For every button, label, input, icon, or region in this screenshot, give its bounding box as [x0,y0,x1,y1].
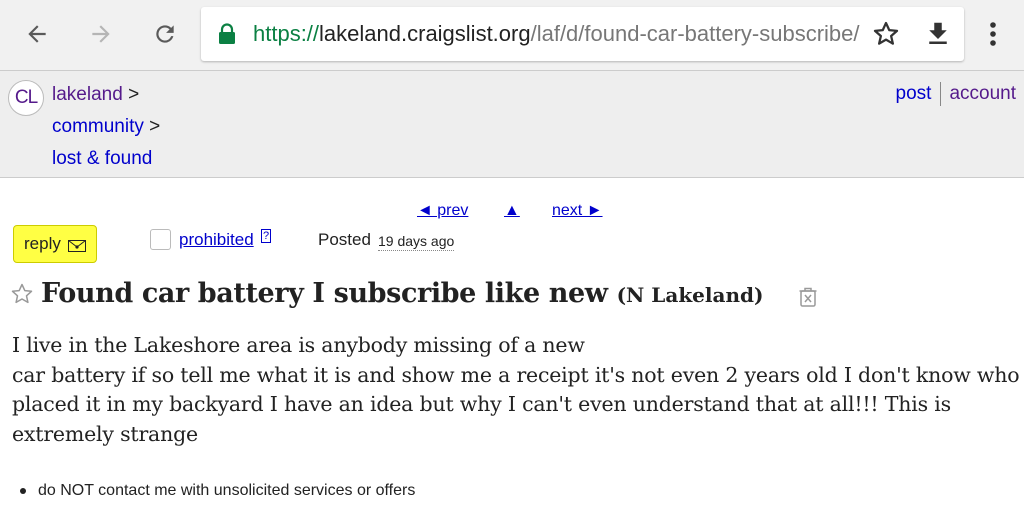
posting-body-line: I live in the Lakeshore area is anybody … [12,333,585,357]
notice-text: do NOT contact me with unsolicited servi… [38,482,416,499]
notice-item: do NOT contact me with unsolicited servi… [20,481,415,501]
posting-title: Found car battery I subscribe like new (… [41,277,763,312]
posted-date: 19 days ago [378,233,455,251]
breadcrumb-link-community[interactable]: community [52,116,144,137]
breadcrumb-item-lost-found: lost & found [52,147,152,171]
forward-arrow-icon [92,25,110,43]
download-icon[interactable] [923,19,953,49]
forward-button[interactable] [81,14,121,54]
posting-location: (N Lakeland) [616,283,764,307]
prev-posting-link[interactable]: ◄ prev [417,201,468,221]
user-links: post account [896,82,1016,106]
bullet-icon [20,487,26,494]
reply-button[interactable]: reply [13,225,97,263]
back-to-results-link[interactable]: ▲ [504,201,520,221]
hide-trash-icon[interactable] [797,286,819,308]
url-text[interactable]: https://lakeland.craigslist.org/laf/d/fo… [253,20,863,48]
reload-icon [156,25,174,43]
bookmark-star-icon[interactable] [871,19,901,49]
breadcrumb-separator: > [128,84,140,105]
browser-toolbar: https://lakeland.craigslist.org/laf/d/fo… [0,0,1024,70]
reload-button[interactable] [145,14,185,54]
flag-prohibited-link[interactable]: prohibited [179,230,254,250]
posting-body: I live in the Lakeshore area is anybody … [12,331,1020,449]
craigslist-logo[interactable]: CL [8,80,44,116]
posting-body-line: car battery if so tell me what it is and… [12,362,1020,387]
address-bar[interactable]: https://lakeland.craigslist.org/laf/d/fo… [201,7,964,61]
breadcrumb-item-lakeland: lakeland > [52,83,139,107]
browser-menu-button[interactable] [978,14,1008,54]
mail-icon [68,240,86,252]
url-path: /laf/d/found-car-battery-subscribe/ [530,21,860,46]
breadcrumb-link-lost-found[interactable]: lost & found [52,148,152,169]
breadcrumb-separator: > [149,116,161,137]
more-vert-icon [990,22,996,46]
posted-label: Posted [318,230,371,249]
reply-label: reply [24,234,61,253]
breadcrumb-link-lakeland[interactable]: lakeland [52,84,123,105]
account-link[interactable]: account [941,82,1016,106]
favorite-star-icon[interactable] [10,282,34,306]
next-posting-link[interactable]: next ► [552,201,603,221]
posting-body-line: placed it in my backyard I have an idea … [12,392,951,416]
post-link[interactable]: post [896,82,942,106]
site-header: CL lakeland > community > lost & found p… [0,70,1024,178]
breadcrumb-item-community: community > [52,115,160,139]
back-button[interactable] [17,14,57,54]
flag-checkbox[interactable] [150,229,171,250]
help-icon[interactable]: ? [261,229,272,243]
lock-icon [219,23,235,44]
posting-body-line: extremely strange [12,421,198,446]
url-scheme: https:// [253,21,320,46]
url-host: lakeland.craigslist.org [319,21,531,46]
back-arrow-icon [28,25,46,43]
posting-title-text: Found car battery I subscribe like new [41,278,608,309]
